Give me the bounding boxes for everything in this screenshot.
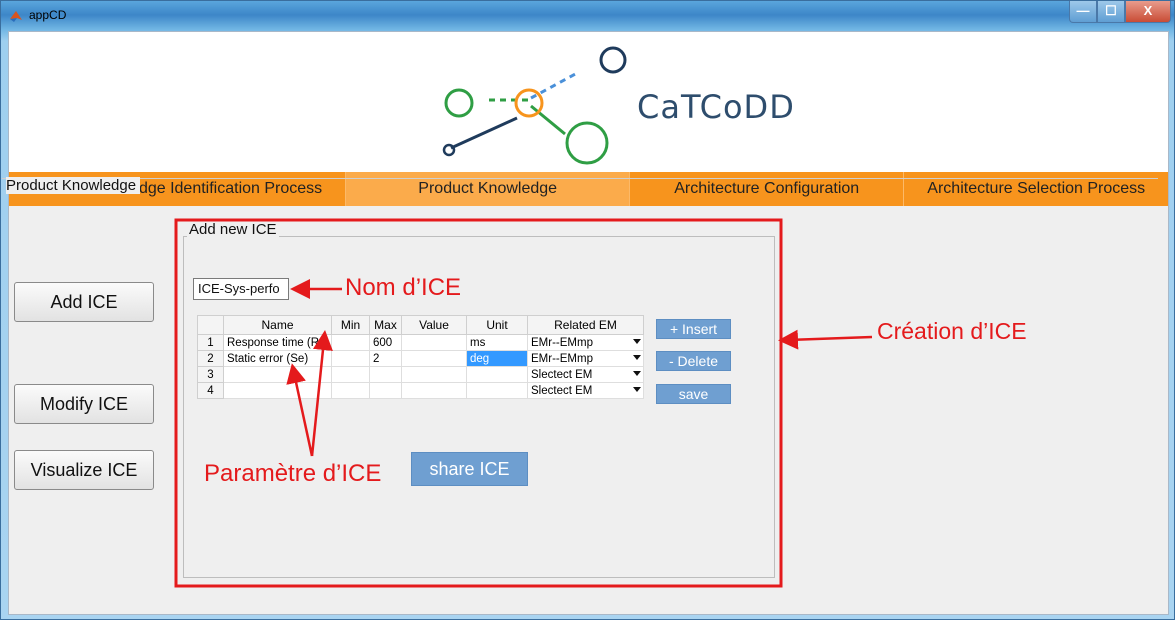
table-row: 2 Static error (Se) 2 deg EMr--EMmp (197, 350, 644, 367)
annotation-nom-ice: Nom d’ICE (345, 274, 462, 301)
cell-value[interactable] (401, 350, 467, 367)
dropdown-arrow-icon[interactable] (633, 355, 641, 360)
ice-parameters-table[interactable]: Name Min Max Value Unit Related EM 1 Res… (197, 315, 644, 399)
cell-max[interactable]: 2 (369, 350, 402, 367)
insert-row-button[interactable]: + Insert (656, 319, 731, 339)
add-ice-button[interactable]: Add ICE (14, 282, 154, 322)
cell-related-em-dropdown[interactable]: EMr--EMmp (527, 334, 644, 351)
visualize-ice-button[interactable]: Visualize ICE (14, 450, 154, 490)
cell-related-em-dropdown[interactable]: EMr--EMmp (527, 350, 644, 367)
row-number: 4 (197, 382, 224, 399)
cell-name[interactable]: Response time (Rt) (223, 334, 332, 351)
panel-title: Product Knowledge (6, 177, 141, 194)
column-header-name[interactable]: Name (223, 315, 332, 335)
row-number: 3 (197, 366, 224, 383)
dropdown-value: EMr--EMmp (531, 352, 593, 365)
column-header-min[interactable]: Min (331, 315, 370, 335)
cell-unit[interactable] (466, 382, 528, 399)
banner: CaTCoDD (9, 32, 1168, 172)
row-number-header (197, 315, 224, 335)
close-button[interactable]: X (1125, 1, 1171, 23)
annotation-creation-ice: Création d’ICE (877, 318, 1027, 344)
column-header-value[interactable]: Value (401, 315, 467, 335)
title-bar: appCD — ☐ X (1, 1, 1174, 31)
cell-name[interactable]: Static error (Se) (223, 350, 332, 367)
cell-min[interactable] (331, 350, 370, 367)
column-header-related-em[interactable]: Related EM (527, 315, 644, 335)
cell-min[interactable] (331, 334, 370, 351)
table-row: 4 Slectect EM (197, 382, 644, 399)
minimize-button[interactable]: — (1069, 1, 1097, 23)
dropdown-arrow-icon[interactable] (633, 387, 641, 392)
table-row: 1 Response time (Rt) 600 ms EMr--EMmp (197, 334, 644, 351)
column-header-max[interactable]: Max (369, 315, 402, 335)
cell-name[interactable] (223, 366, 332, 383)
group-title: Add new ICE (187, 221, 279, 238)
column-header-unit[interactable]: Unit (466, 315, 528, 335)
annotation-parametre-ice: Paramètre d’ICE (204, 460, 382, 487)
cell-value[interactable] (401, 334, 467, 351)
matlab-icon (10, 11, 22, 22)
cell-related-em-dropdown[interactable]: Slectect EM (527, 366, 644, 383)
dropdown-value: Slectect EM (531, 384, 593, 397)
cell-unit[interactable]: ms (466, 334, 528, 351)
cell-unit-selected[interactable]: deg (466, 350, 528, 367)
cell-min[interactable] (331, 382, 370, 399)
row-number: 1 (197, 334, 224, 351)
catcodd-logo-icon (442, 46, 627, 165)
cell-value[interactable] (401, 366, 467, 383)
dropdown-value: EMr--EMmp (531, 336, 593, 349)
maximize-button[interactable]: ☐ (1097, 1, 1125, 23)
cell-unit[interactable] (466, 366, 528, 383)
dropdown-arrow-icon[interactable] (633, 339, 641, 344)
table-header-row: Name Min Max Value Unit Related EM (197, 315, 644, 335)
dropdown-value: Slectect EM (531, 368, 593, 381)
table-row: 3 Slectect EM (197, 366, 644, 383)
save-button[interactable]: save (656, 384, 731, 404)
row-number: 2 (197, 350, 224, 367)
cell-max[interactable] (369, 382, 402, 399)
cell-max[interactable] (369, 366, 402, 383)
cell-related-em-dropdown[interactable]: Slectect EM (527, 382, 644, 399)
cell-min[interactable] (331, 366, 370, 383)
cell-value[interactable] (401, 382, 467, 399)
window-title: appCD (29, 8, 67, 22)
cell-name[interactable] (223, 382, 332, 399)
delete-row-button[interactable]: - Delete (656, 351, 731, 371)
share-ice-button[interactable]: share ICE (411, 452, 528, 486)
logo-text: CaTCoDD (637, 88, 795, 126)
dropdown-arrow-icon[interactable] (633, 371, 641, 376)
cell-max[interactable]: 600 (369, 334, 402, 351)
ice-name-input[interactable]: ICE-Sys-perfo (193, 278, 289, 300)
modify-ice-button[interactable]: Modify ICE (14, 384, 154, 424)
